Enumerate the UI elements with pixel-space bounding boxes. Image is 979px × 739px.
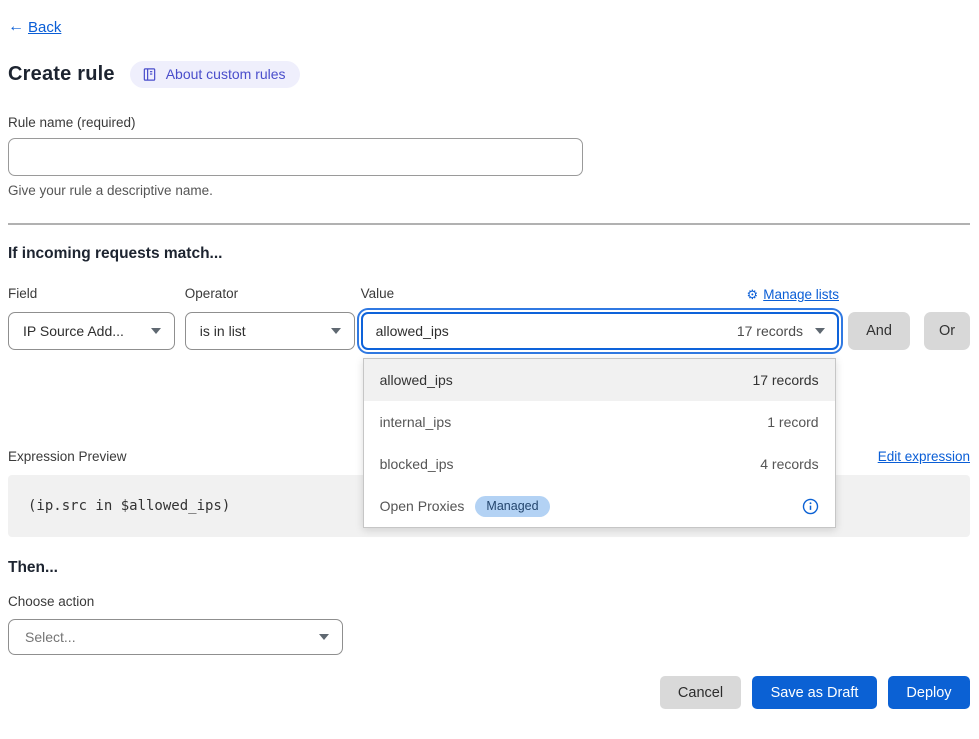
save-as-draft-button[interactable]: Save as Draft [752,676,877,709]
choose-action-label: Choose action [8,594,970,609]
deploy-button[interactable]: Deploy [888,676,970,709]
create-rule-page: ←Back Create rule About custom rules Rul… [0,0,979,739]
about-custom-rules-label: About custom rules [166,66,286,82]
value-selected: allowed_ips [376,323,449,339]
cancel-button[interactable]: Cancel [660,676,741,709]
value-label: Value [361,286,395,303]
rule-name-label: Rule name (required) [8,115,970,130]
field-label: Field [8,286,175,303]
list-option-name: internal_ips [380,414,452,430]
chevron-down-icon [331,328,341,334]
section-divider [8,223,970,225]
andor-buttons: And Or [848,286,970,350]
action-select-placeholder: Select... [25,629,76,645]
list-option-name: Open Proxies [380,498,465,514]
gear-icon: ⚙ [747,287,759,303]
header: Create rule About custom rules [8,61,970,88]
back-link-label: Back [28,19,61,36]
chevron-down-icon [319,634,329,640]
managed-badge: Managed [475,496,549,517]
list-option-internal-ips[interactable]: internal_ips 1 record [364,401,835,443]
operator-label: Operator [185,286,355,303]
book-icon [142,67,157,82]
value-combobox[interactable]: allowed_ips 17 records [361,312,839,350]
rule-name-helper: Give your rule a descriptive name. [8,183,970,198]
list-option-records: 4 records [760,456,818,472]
list-dropdown-panel: allowed_ips 17 records internal_ips 1 re… [363,358,836,528]
value-combobox-wrap: allowed_ips 17 records allowed_ips 17 re… [361,312,839,350]
field-column: Field IP Source Add... [8,286,175,350]
edit-expression-link[interactable]: Edit expression [878,449,970,464]
list-option-name: allowed_ips [380,372,453,388]
manage-lists-link[interactable]: ⚙ Manage lists [747,287,839,303]
chevron-down-icon [151,328,161,334]
value-combobox-right: 17 records [737,323,825,339]
list-option-blocked-ips[interactable]: blocked_ips 4 records [364,443,835,485]
expression-code: (ip.src in $allowed_ips) [28,498,230,514]
and-button[interactable]: And [848,312,910,350]
manage-lists-label: Manage lists [763,287,839,302]
or-button[interactable]: Or [924,312,970,350]
info-icon[interactable] [802,498,819,515]
field-select[interactable]: IP Source Add... [8,312,175,350]
list-option-open-proxies[interactable]: Open Proxies Managed [364,485,835,527]
page-title: Create rule [8,63,115,86]
list-option-records: 1 record [767,414,818,430]
field-select-value: IP Source Add... [23,323,124,339]
back-link[interactable]: ←Back [8,18,61,36]
value-column: Value ⚙ Manage lists allowed_ips 17 reco… [361,286,839,350]
list-option-records: 17 records [752,372,818,388]
about-custom-rules-link[interactable]: About custom rules [130,61,300,88]
value-label-row: Value ⚙ Manage lists [361,286,839,303]
operator-select[interactable]: is in list [185,312,355,350]
value-records-count: 17 records [737,323,803,339]
then-section-heading: Then... [8,559,970,577]
action-select[interactable]: Select... [8,619,343,655]
operator-column: Operator is in list [185,286,355,350]
list-option-left: Open Proxies Managed [380,496,550,517]
rule-name-input[interactable] [8,138,583,176]
chevron-down-icon [815,328,825,334]
expression-preview-label: Expression Preview [8,449,127,464]
list-option-name: blocked_ips [380,456,454,472]
match-section-heading: If incoming requests match... [8,245,970,263]
back-row: ←Back [8,0,970,36]
footer-actions: Cancel Save as Draft Deploy [8,676,970,709]
list-option-allowed-ips[interactable]: allowed_ips 17 records [364,359,835,401]
operator-select-value: is in list [200,323,246,339]
match-controls-row: Field IP Source Add... Operator is in li… [8,286,970,350]
back-arrow-icon: ← [8,18,24,36]
